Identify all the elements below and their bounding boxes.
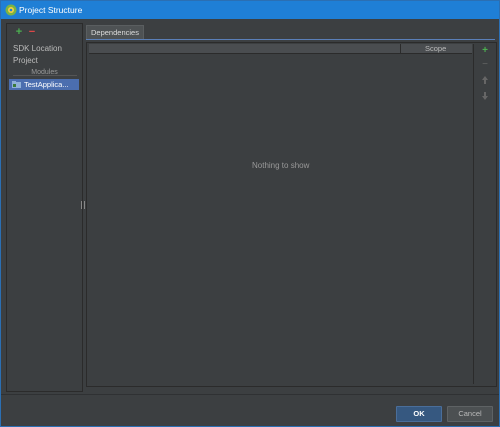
move-down-icon[interactable]: [474, 91, 496, 101]
remove-dependency-button[interactable]: −: [474, 60, 496, 70]
footer-divider: [1, 394, 499, 395]
window-title: Project Structure: [19, 5, 83, 15]
sidebar-item-sdk-location[interactable]: SDK Location: [13, 44, 62, 53]
dialog-window: Project Structure + − SDK Location Proje…: [0, 0, 500, 427]
ok-button[interactable]: OK: [396, 406, 442, 422]
column-header-scope[interactable]: Scope: [425, 44, 446, 53]
table-header: Scope: [89, 44, 472, 54]
dependencies-panel: Scope Nothing to show + −: [86, 42, 497, 387]
module-folder-icon: [12, 81, 21, 88]
remove-module-button[interactable]: −: [27, 27, 37, 38]
cancel-button[interactable]: Cancel: [447, 406, 493, 422]
empty-state-text: Nothing to show: [252, 161, 310, 170]
tab-dependencies[interactable]: Dependencies: [86, 25, 144, 40]
dependencies-toolbar: + −: [473, 44, 496, 384]
move-up-icon[interactable]: [474, 75, 496, 85]
panel-splitter-handle[interactable]: [81, 201, 85, 209]
modules-section-label: Modules: [31, 69, 58, 76]
android-studio-icon: [5, 4, 17, 16]
sidebar-item-project[interactable]: Project: [13, 56, 38, 65]
sidebar: + − SDK Location Project Modules TestApp…: [6, 23, 83, 392]
title-bar: Project Structure: [1, 1, 499, 19]
add-module-button[interactable]: +: [14, 27, 24, 38]
add-dependency-button[interactable]: +: [474, 46, 496, 56]
tab-underline: [86, 39, 495, 40]
tab-label: Dependencies: [91, 28, 139, 37]
sidebar-item-module[interactable]: TestApplica...: [9, 79, 79, 90]
column-divider[interactable]: [400, 44, 401, 53]
module-label: TestApplica...: [24, 80, 69, 89]
